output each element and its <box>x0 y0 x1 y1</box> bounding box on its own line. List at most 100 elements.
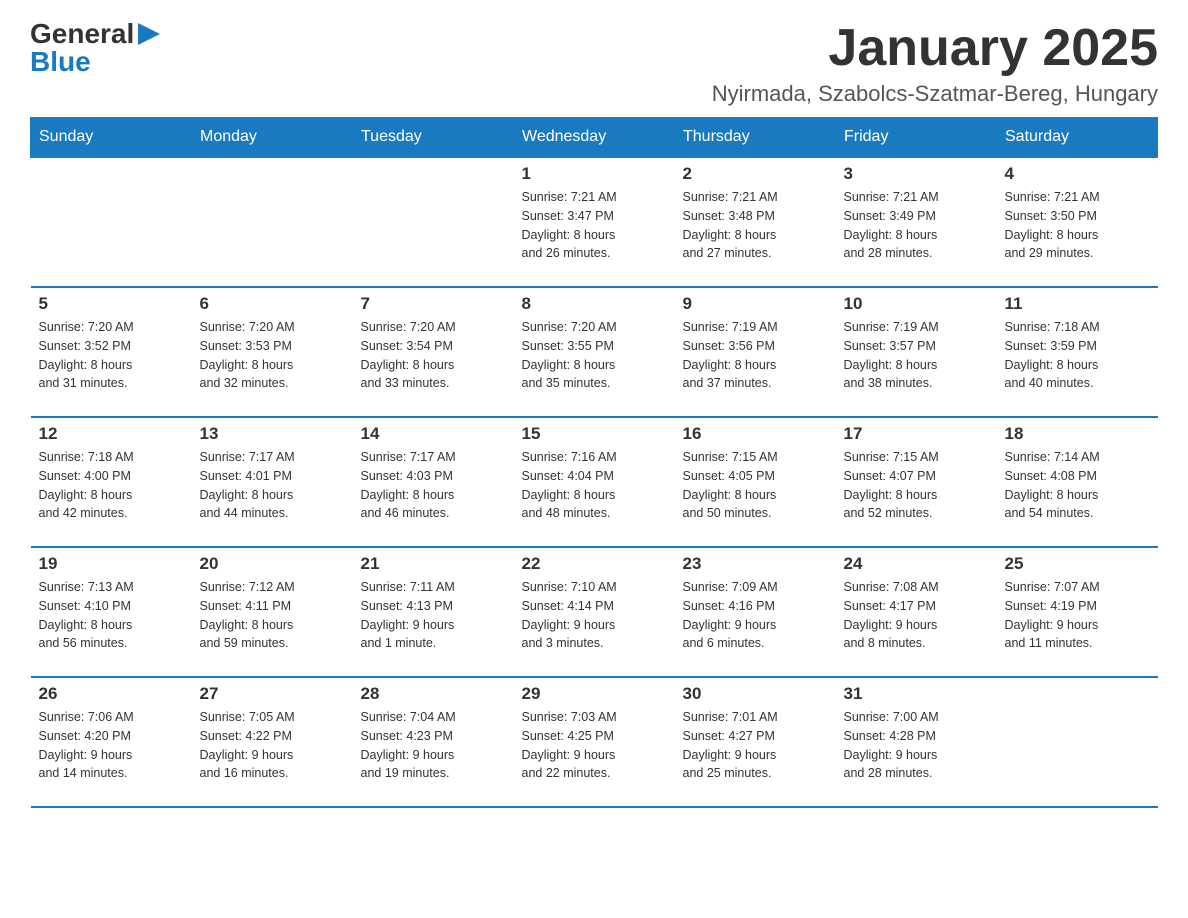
day-number: 22 <box>522 554 667 574</box>
day-number: 30 <box>683 684 828 704</box>
calendar-week-row: 26 Sunrise: 7:06 AM Sunset: 4:20 PM Dayli… <box>31 677 1158 807</box>
calendar-title: January 2025 <box>712 20 1158 77</box>
day-number: 25 <box>1005 554 1150 574</box>
day-number: 4 <box>1005 164 1150 184</box>
calendar-subtitle: Nyirmada, Szabolcs-Szatmar-Bereg, Hungar… <box>712 81 1158 107</box>
day-number: 21 <box>361 554 506 574</box>
calendar-cell: 15 Sunrise: 7:16 AM Sunset: 4:04 PM Dayli… <box>514 417 675 547</box>
day-info: Sunrise: 7:16 AM Sunset: 4:04 PM Dayligh… <box>522 448 667 523</box>
calendar-week-row: 1Sunrise: 7:21 AM Sunset: 3:47 PM Daylig… <box>31 157 1158 287</box>
day-number: 6 <box>200 294 345 314</box>
calendar-cell <box>192 157 353 287</box>
logo-arrow-icon <box>138 23 160 45</box>
day-header-friday: Friday <box>836 118 997 158</box>
logo-general-text: General <box>30 20 134 48</box>
day-info: Sunrise: 7:11 AM Sunset: 4:13 PM Dayligh… <box>361 578 506 653</box>
calendar-table: SundayMondayTuesdayWednesdayThursdayFrid… <box>30 117 1158 808</box>
day-info: Sunrise: 7:15 AM Sunset: 4:05 PM Dayligh… <box>683 448 828 523</box>
day-header-thursday: Thursday <box>675 118 836 158</box>
day-info: Sunrise: 7:21 AM Sunset: 3:48 PM Dayligh… <box>683 188 828 263</box>
calendar-cell: 9 Sunrise: 7:19 AM Sunset: 3:56 PM Daylig… <box>675 287 836 417</box>
day-info: Sunrise: 7:01 AM Sunset: 4:27 PM Dayligh… <box>683 708 828 783</box>
day-info: Sunrise: 7:21 AM Sunset: 3:47 PM Dayligh… <box>522 188 667 263</box>
calendar-cell <box>353 157 514 287</box>
calendar-cell: 11Sunrise: 7:18 AM Sunset: 3:59 PM Dayli… <box>997 287 1158 417</box>
day-info: Sunrise: 7:06 AM Sunset: 4:20 PM Dayligh… <box>39 708 184 783</box>
calendar-cell: 25Sunrise: 7:07 AM Sunset: 4:19 PM Dayli… <box>997 547 1158 677</box>
day-info: Sunrise: 7:14 AM Sunset: 4:08 PM Dayligh… <box>1005 448 1150 523</box>
calendar-cell: 4 Sunrise: 7:21 AM Sunset: 3:50 PM Daylig… <box>997 157 1158 287</box>
calendar-cell: 26 Sunrise: 7:06 AM Sunset: 4:20 PM Dayli… <box>31 677 192 807</box>
calendar-cell <box>997 677 1158 807</box>
day-number: 8 <box>522 294 667 314</box>
day-number: 16 <box>683 424 828 444</box>
calendar-cell: 7 Sunrise: 7:20 AM Sunset: 3:54 PM Daylig… <box>353 287 514 417</box>
calendar-cell: 6 Sunrise: 7:20 AM Sunset: 3:53 PM Daylig… <box>192 287 353 417</box>
day-info: Sunrise: 7:18 AM Sunset: 3:59 PM Dayligh… <box>1005 318 1150 393</box>
calendar-cell: 12Sunrise: 7:18 AM Sunset: 4:00 PM Dayli… <box>31 417 192 547</box>
day-number: 18 <box>1005 424 1150 444</box>
day-number: 15 <box>522 424 667 444</box>
logo-blue-text: Blue <box>30 48 160 76</box>
calendar-cell: 30 Sunrise: 7:01 AM Sunset: 4:27 PM Dayli… <box>675 677 836 807</box>
calendar-cell: 16 Sunrise: 7:15 AM Sunset: 4:05 PM Dayli… <box>675 417 836 547</box>
calendar-cell: 19 Sunrise: 7:13 AM Sunset: 4:10 PM Dayli… <box>31 547 192 677</box>
day-info: Sunrise: 7:12 AM Sunset: 4:11 PM Dayligh… <box>200 578 345 653</box>
day-number: 29 <box>522 684 667 704</box>
day-number: 20 <box>200 554 345 574</box>
day-info: Sunrise: 7:21 AM Sunset: 3:50 PM Dayligh… <box>1005 188 1150 263</box>
day-number: 7 <box>361 294 506 314</box>
logo: General Blue <box>30 20 160 76</box>
calendar-cell: 1Sunrise: 7:21 AM Sunset: 3:47 PM Daylig… <box>514 157 675 287</box>
day-number: 19 <box>39 554 184 574</box>
calendar-header-row: SundayMondayTuesdayWednesdayThursdayFrid… <box>31 118 1158 158</box>
day-info: Sunrise: 7:04 AM Sunset: 4:23 PM Dayligh… <box>361 708 506 783</box>
day-info: Sunrise: 7:20 AM Sunset: 3:55 PM Dayligh… <box>522 318 667 393</box>
day-header-saturday: Saturday <box>997 118 1158 158</box>
day-number: 24 <box>844 554 989 574</box>
calendar-cell: 20 Sunrise: 7:12 AM Sunset: 4:11 PM Dayli… <box>192 547 353 677</box>
day-info: Sunrise: 7:20 AM Sunset: 3:54 PM Dayligh… <box>361 318 506 393</box>
day-number: 9 <box>683 294 828 314</box>
day-info: Sunrise: 7:20 AM Sunset: 3:52 PM Dayligh… <box>39 318 184 393</box>
day-number: 10 <box>844 294 989 314</box>
calendar-cell: 13 Sunrise: 7:17 AM Sunset: 4:01 PM Dayli… <box>192 417 353 547</box>
day-number: 17 <box>844 424 989 444</box>
day-number: 12 <box>39 424 184 444</box>
day-info: Sunrise: 7:05 AM Sunset: 4:22 PM Dayligh… <box>200 708 345 783</box>
day-info: Sunrise: 7:17 AM Sunset: 4:01 PM Dayligh… <box>200 448 345 523</box>
day-number: 26 <box>39 684 184 704</box>
page-header: General Blue January 2025 Nyirmada, Szab… <box>30 20 1158 107</box>
day-number: 31 <box>844 684 989 704</box>
day-info: Sunrise: 7:13 AM Sunset: 4:10 PM Dayligh… <box>39 578 184 653</box>
day-info: Sunrise: 7:19 AM Sunset: 3:56 PM Dayligh… <box>683 318 828 393</box>
day-info: Sunrise: 7:10 AM Sunset: 4:14 PM Dayligh… <box>522 578 667 653</box>
day-info: Sunrise: 7:20 AM Sunset: 3:53 PM Dayligh… <box>200 318 345 393</box>
day-number: 28 <box>361 684 506 704</box>
calendar-cell: 2Sunrise: 7:21 AM Sunset: 3:48 PM Daylig… <box>675 157 836 287</box>
calendar-week-row: 5 Sunrise: 7:20 AM Sunset: 3:52 PM Daylig… <box>31 287 1158 417</box>
day-info: Sunrise: 7:21 AM Sunset: 3:49 PM Dayligh… <box>844 188 989 263</box>
day-number: 5 <box>39 294 184 314</box>
title-block: January 2025 Nyirmada, Szabolcs-Szatmar-… <box>712 20 1158 107</box>
day-info: Sunrise: 7:03 AM Sunset: 4:25 PM Dayligh… <box>522 708 667 783</box>
day-info: Sunrise: 7:09 AM Sunset: 4:16 PM Dayligh… <box>683 578 828 653</box>
calendar-cell: 27 Sunrise: 7:05 AM Sunset: 4:22 PM Dayli… <box>192 677 353 807</box>
calendar-cell: 28 Sunrise: 7:04 AM Sunset: 4:23 PM Dayli… <box>353 677 514 807</box>
day-number: 14 <box>361 424 506 444</box>
calendar-cell: 5 Sunrise: 7:20 AM Sunset: 3:52 PM Daylig… <box>31 287 192 417</box>
day-info: Sunrise: 7:08 AM Sunset: 4:17 PM Dayligh… <box>844 578 989 653</box>
day-info: Sunrise: 7:15 AM Sunset: 4:07 PM Dayligh… <box>844 448 989 523</box>
calendar-cell: 23 Sunrise: 7:09 AM Sunset: 4:16 PM Dayli… <box>675 547 836 677</box>
day-number: 23 <box>683 554 828 574</box>
day-number: 27 <box>200 684 345 704</box>
calendar-cell: 21 Sunrise: 7:11 AM Sunset: 4:13 PM Dayli… <box>353 547 514 677</box>
day-header-tuesday: Tuesday <box>353 118 514 158</box>
day-number: 13 <box>200 424 345 444</box>
day-header-sunday: Sunday <box>31 118 192 158</box>
day-number: 3 <box>844 164 989 184</box>
calendar-cell <box>31 157 192 287</box>
calendar-cell: 8 Sunrise: 7:20 AM Sunset: 3:55 PM Daylig… <box>514 287 675 417</box>
calendar-cell: 17 Sunrise: 7:15 AM Sunset: 4:07 PM Dayli… <box>836 417 997 547</box>
day-info: Sunrise: 7:00 AM Sunset: 4:28 PM Dayligh… <box>844 708 989 783</box>
